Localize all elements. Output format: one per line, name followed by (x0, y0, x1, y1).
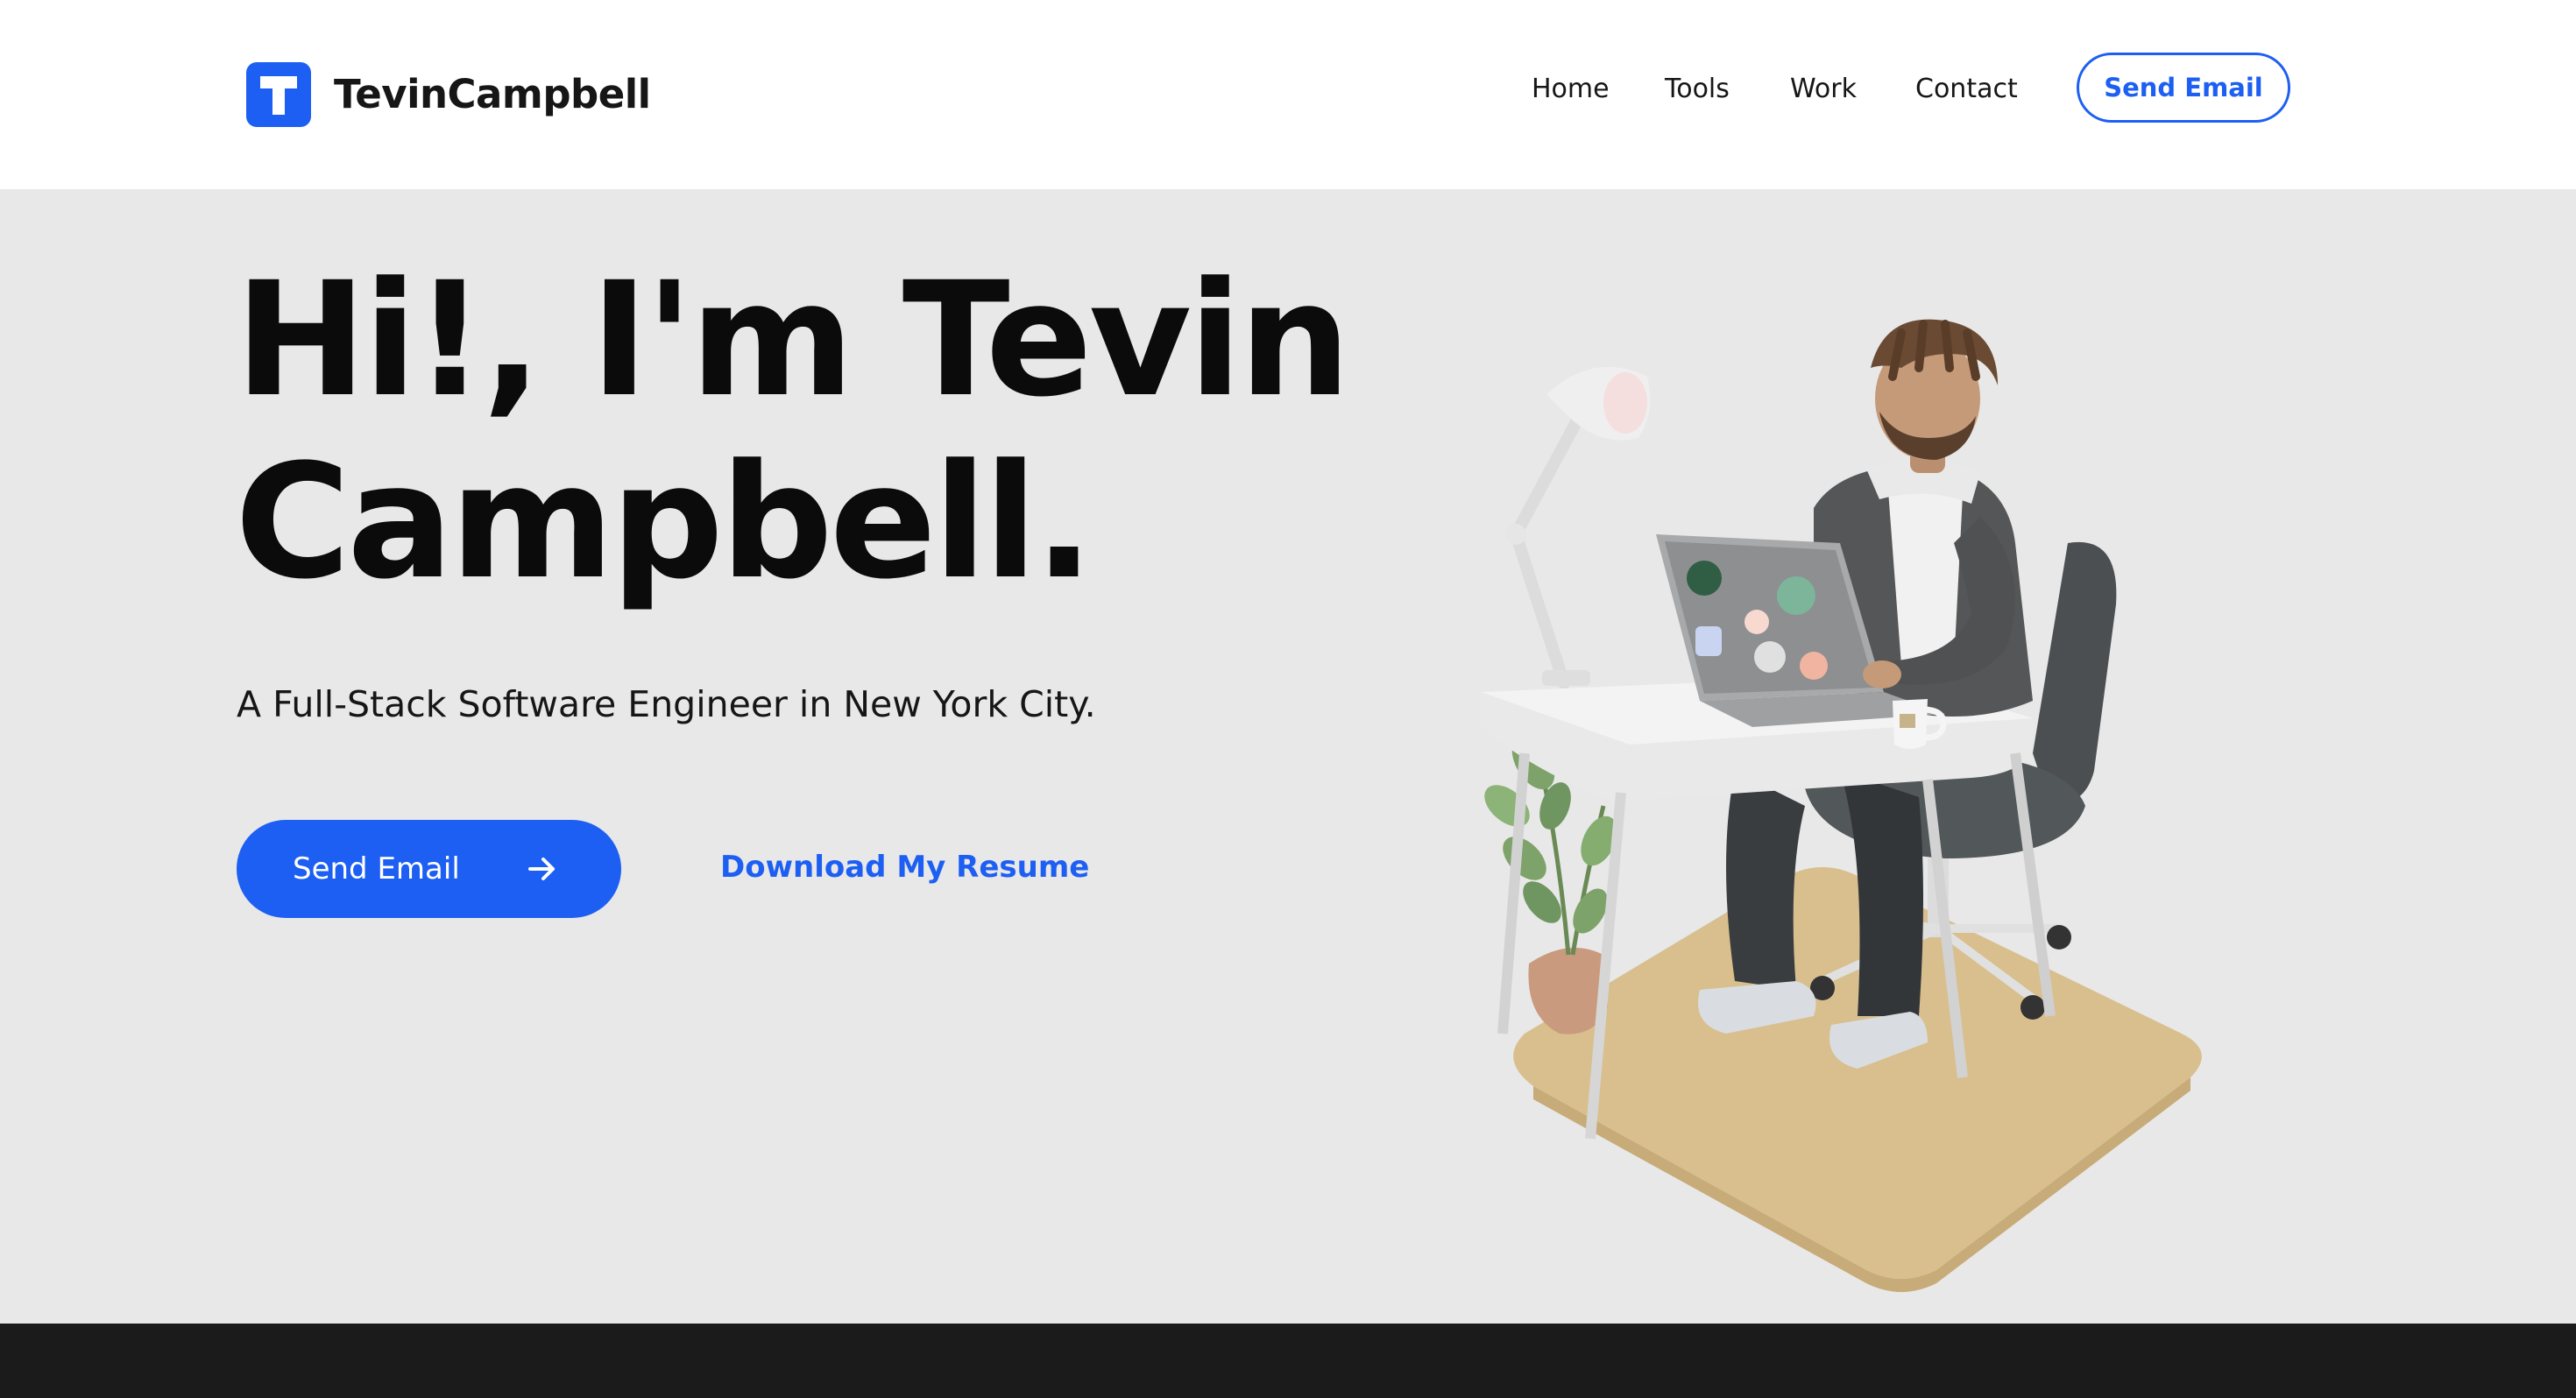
hero-subtitle: A Full-Stack Software Engineer in New Yo… (237, 683, 1096, 725)
hero-headline: Hi!, I'm Tevin Campbell. (235, 250, 1461, 614)
download-resume-link[interactable]: Download My Resume (720, 846, 1089, 888)
desk-lamp (1505, 366, 1651, 689)
nav-work-link[interactable]: Work (1790, 72, 1857, 107)
logo-icon[interactable] (246, 62, 311, 127)
site-header: TevinCampbell Home Tools Work Contact Se… (0, 0, 2576, 189)
cta-label: Send Email (293, 851, 460, 886)
nav-home-link[interactable]: Home (1532, 72, 1610, 107)
nav-contact-link[interactable]: Contact (1915, 72, 2018, 107)
header-send-email-button[interactable]: Send Email (2077, 53, 2290, 123)
nav-tools-link[interactable]: Tools (1665, 72, 1730, 107)
headline-line-1: Hi!, I'm Tevin (235, 249, 1351, 432)
footer-strip (0, 1324, 2576, 1398)
developer-desk-illustration (1481, 319, 2202, 1292)
brand-name[interactable]: TevinCampbell (334, 70, 651, 119)
floor-mat (1513, 867, 2202, 1279)
headline-line-2: Campbell. (235, 431, 1094, 614)
hero-send-email-button[interactable]: Send Email (237, 820, 621, 918)
arrow-right-icon (528, 858, 555, 880)
